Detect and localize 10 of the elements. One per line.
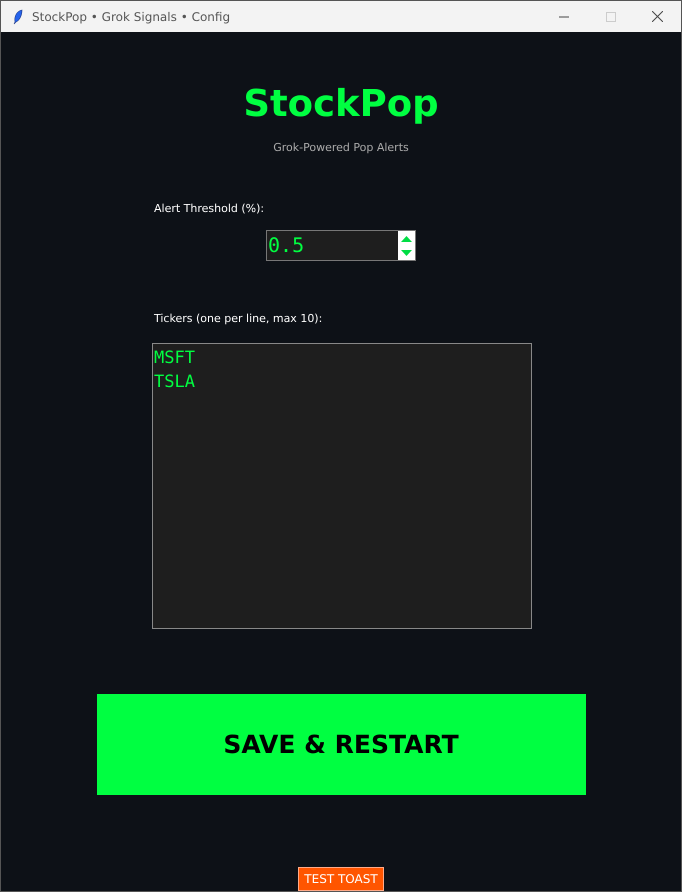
threshold-label: Alert Threshold (%): (154, 202, 264, 214)
app-title: StockPop (243, 82, 439, 126)
threshold-spinbox[interactable]: 0.5 (266, 230, 416, 260)
window-title: StockPop • Grok Signals • Config (32, 8, 230, 26)
close-icon[interactable] (652, 11, 663, 22)
feather-icon (13, 8, 23, 24)
tickers-label: Tickers (one per line, max 10): (154, 312, 322, 324)
app-subtitle: Grok-Powered Pop Alerts (273, 140, 409, 156)
tickers-textarea[interactable]: MSFT TSLA (152, 342, 532, 629)
save-restart-button[interactable]: SAVE & RESTART (96, 694, 586, 795)
